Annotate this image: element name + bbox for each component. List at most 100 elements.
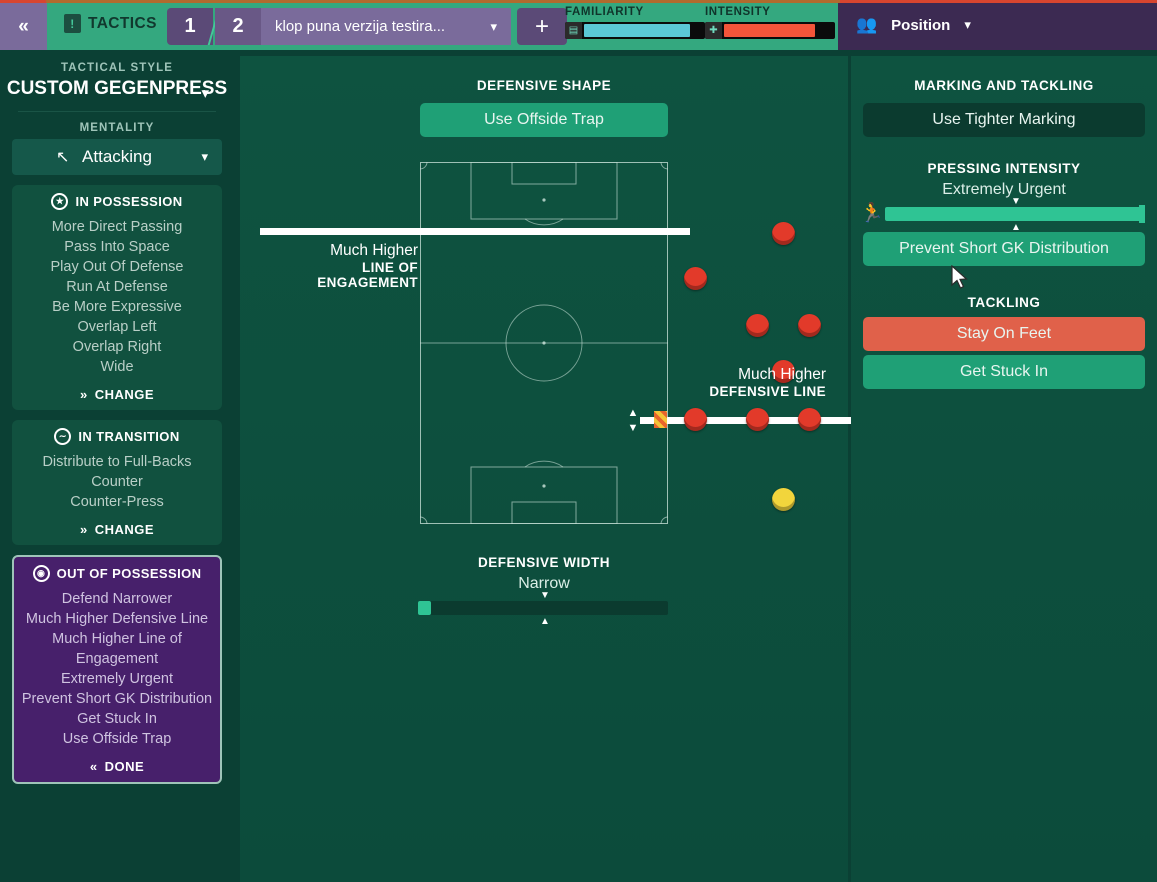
in-possession-title: ★ IN POSSESSION xyxy=(18,193,216,210)
list-item: Distribute to Full-Backs xyxy=(42,454,192,470)
chevrons-left-icon: « xyxy=(89,759,98,774)
pitch-diagram xyxy=(420,162,668,524)
use-offside-trap-toggle[interactable]: Use Offside Trap xyxy=(420,103,668,137)
out-of-possession-done-label: DONE xyxy=(104,759,145,774)
tab-2-label: 2 xyxy=(232,15,244,37)
chevron-down-icon[interactable]: ▾ xyxy=(201,84,209,102)
in-transition-list: Distribute to Full-Backs Counter Counter… xyxy=(18,452,216,512)
pressing-intensity-heading: PRESSING INTENSITY xyxy=(927,161,1081,176)
defensive-shape-heading: DEFENSIVE SHAPE xyxy=(476,78,612,93)
familiarity-bar: ▤ xyxy=(565,22,705,39)
tackling-heading: TACKLING xyxy=(967,295,1041,310)
in-transition-card: ∼ IN TRANSITION Distribute to Full-Backs… xyxy=(12,420,222,545)
player-centre-back-left[interactable] xyxy=(746,408,769,431)
list-item: Wide xyxy=(100,359,134,375)
in-transition-change-label: CHANGE xyxy=(94,522,155,537)
in-possession-change-label: CHANGE xyxy=(94,387,155,402)
add-tactic-button[interactable]: + xyxy=(517,8,567,45)
intensity-meter: INTENSITY ✚ xyxy=(705,6,835,39)
tactics-screen: « ! TACTICS 1 2 klop puna verzija testir… xyxy=(0,0,1157,882)
use-tighter-marking-toggle[interactable]: Use Tighter Marking xyxy=(863,103,1145,137)
pressing-marker-down-icon: ▼ xyxy=(1011,196,1021,207)
clipboard-icon: ! xyxy=(64,14,81,33)
stay-on-feet-toggle[interactable]: Stay On Feet xyxy=(863,317,1145,351)
line-of-engagement-label: LINE OF ENGAGEMENT xyxy=(317,260,418,290)
people-icon: 👥 xyxy=(856,15,878,34)
out-of-possession-title: ◉ OUT OF POSSESSION xyxy=(20,565,214,582)
list-item: Overlap Left xyxy=(77,319,157,335)
player-left-back[interactable] xyxy=(684,408,707,431)
pressing-intensity-slider[interactable] xyxy=(885,205,1145,223)
mentality-caption: MENTALITY xyxy=(79,122,155,134)
marking-tackling-panel: MARKING AND TACKLING Use Tighter Marking… xyxy=(851,56,1157,882)
list-item: Much Higher Line of Engagement xyxy=(52,631,182,667)
tactical-style-caption: TACTICAL STYLE xyxy=(60,62,174,74)
defensive-line-value: Much Higher xyxy=(738,366,826,383)
tactic-name-dropdown[interactable]: klop puna verzija testira... ▾ xyxy=(261,8,511,45)
chevrons-left-icon: « xyxy=(18,15,29,37)
mouse-pointer-icon xyxy=(950,264,970,291)
list-item: Run At Defense xyxy=(66,279,168,295)
tactical-style-block[interactable]: TACTICAL STYLE CUSTOM GEGENPRESS ▾ xyxy=(0,50,234,102)
line-of-engagement-value: Much Higher xyxy=(330,242,418,259)
tactics-sidebar: TACTICAL STYLE CUSTOM GEGENPRESS ▾ MENTA… xyxy=(0,50,234,882)
mentality-dropdown[interactable]: ↖ Attacking ▾ xyxy=(12,139,222,175)
plus-icon: + xyxy=(534,12,549,40)
out-of-possession-done-button[interactable]: « DONE xyxy=(20,759,214,774)
position-label: Position xyxy=(891,16,951,34)
defensive-width-marker-down-icon: ▼ xyxy=(540,590,550,601)
list-item: More Direct Passing xyxy=(51,219,183,235)
pressing-slider-end-cap xyxy=(1139,205,1145,223)
chevron-down-icon: ▾ xyxy=(201,149,208,164)
in-possession-title-label: IN POSSESSION xyxy=(75,194,183,209)
list-item: Extremely Urgent xyxy=(60,671,173,687)
in-transition-title: ∼ IN TRANSITION xyxy=(18,428,216,445)
get-stuck-in-toggle[interactable]: Get Stuck In xyxy=(863,355,1145,389)
line-of-engagement-label-block: Much Higher LINE OF ENGAGEMENT xyxy=(262,242,418,290)
player-striker[interactable] xyxy=(772,222,795,245)
defensive-width-marker-up-icon: ▲ xyxy=(540,616,550,627)
familiarity-badge-icon: ▤ xyxy=(565,22,582,39)
collapse-sidebar-button[interactable]: « xyxy=(0,3,47,50)
position-selector[interactable]: 👥 Position ▾ xyxy=(856,15,971,35)
stay-on-feet-label: Stay On Feet xyxy=(956,325,1052,342)
tab-1[interactable]: 1 xyxy=(167,8,213,45)
out-of-possession-card: ◉ OUT OF POSSESSION Defend Narrower Much… xyxy=(12,555,222,784)
tab-1-label: 1 xyxy=(184,15,196,37)
formation-tabs: 1 2 klop puna verzija testira... ▾ + xyxy=(167,8,567,45)
player-goalkeeper[interactable] xyxy=(772,488,795,511)
prevent-short-gk-distribution-toggle[interactable]: Prevent Short GK Distribution xyxy=(863,232,1145,266)
shield-circle-icon: ◉ xyxy=(32,565,50,582)
marking-tackling-heading: MARKING AND TACKLING xyxy=(914,78,1094,93)
player-centre-mid-right[interactable] xyxy=(798,314,821,337)
player-centre-mid-left[interactable] xyxy=(746,314,769,337)
sidebar-divider xyxy=(18,111,216,112)
chevron-down-icon: ▾ xyxy=(964,17,971,32)
line-of-engagement-bar[interactable] xyxy=(260,228,690,235)
in-possession-card: ★ IN POSSESSION More Direct Passing Pass… xyxy=(12,185,222,410)
tactical-style-value: CUSTOM GEGENPRESS xyxy=(6,78,228,99)
defensive-width-slider[interactable] xyxy=(418,601,668,615)
list-item: Be More Expressive xyxy=(52,299,182,315)
ball-circle-icon: ★ xyxy=(51,193,69,210)
get-stuck-in-label: Get Stuck In xyxy=(959,363,1049,380)
defensive-line-handle[interactable]: ▲ ▼ xyxy=(626,408,640,434)
in-transition-title-label: IN TRANSITION xyxy=(78,429,180,444)
running-man-icon: 🏃 xyxy=(860,203,884,224)
defensive-width-marker-left[interactable] xyxy=(654,411,667,428)
tactics-title: ! TACTICS xyxy=(64,14,157,33)
chevrons-right-icon: » xyxy=(79,522,88,537)
in-possession-change-button[interactable]: » CHANGE xyxy=(18,387,216,402)
in-possession-list: More Direct Passing Pass Into Space Play… xyxy=(18,217,216,377)
mentality-value: Attacking xyxy=(82,147,152,166)
use-offside-trap-label: Use Offside Trap xyxy=(484,111,604,128)
tactic-name-label: klop puna verzija testira... xyxy=(275,18,446,35)
list-item: Counter-Press xyxy=(70,494,164,510)
tactics-title-label: TACTICS xyxy=(88,14,157,32)
out-of-possession-list: Defend Narrower Much Higher Defensive Li… xyxy=(20,589,214,749)
in-transition-change-button[interactable]: » CHANGE xyxy=(18,522,216,537)
tab-2[interactable]: 2 xyxy=(215,8,261,45)
player-centre-back-right[interactable] xyxy=(798,408,821,431)
player-left-winger[interactable] xyxy=(684,267,707,290)
defensive-line-label-block: Much Higher DEFENSIVE LINE xyxy=(636,366,826,399)
